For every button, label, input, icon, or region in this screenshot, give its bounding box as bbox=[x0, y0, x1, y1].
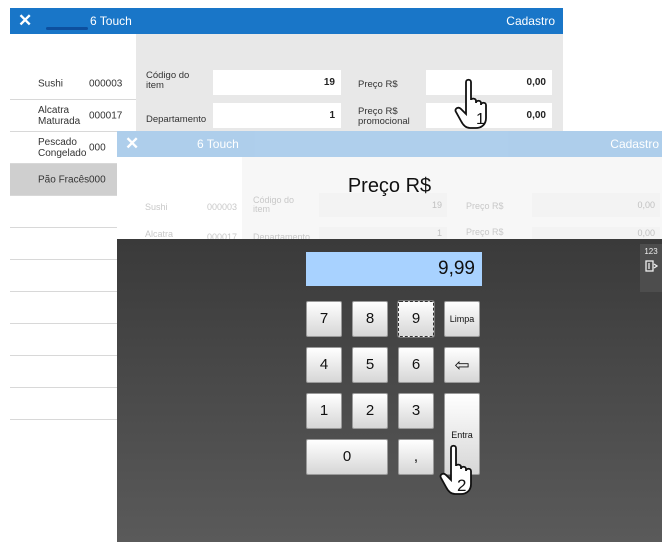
list-header bbox=[10, 34, 136, 68]
close-icon[interactable]: ✕ bbox=[18, 11, 32, 31]
ghost-codigo-label: Código do item bbox=[253, 195, 295, 214]
item-code: 000 bbox=[89, 174, 106, 185]
screen-title: Cadastro bbox=[506, 14, 555, 28]
item-name: Pão Fracês bbox=[38, 174, 90, 185]
key-1[interactable]: 1 bbox=[306, 393, 342, 429]
item-name: Alcatra Maturada bbox=[38, 104, 81, 127]
ghost-preco-promo-field: 0,00 bbox=[532, 227, 660, 239]
ghost-preco-promo-label: Preço R$ bbox=[466, 227, 504, 237]
item-code: 000003 bbox=[89, 78, 123, 89]
key-7[interactable]: 7 bbox=[306, 301, 342, 337]
departamento-label: Departamento bbox=[146, 114, 207, 125]
ghost-item-name: Sushi bbox=[145, 202, 168, 212]
list-item[interactable]: Sushi 000003 bbox=[10, 68, 136, 100]
key-6[interactable]: 6 bbox=[398, 347, 434, 383]
item-code: 000017 bbox=[89, 110, 123, 121]
key-2[interactable]: 2 bbox=[352, 393, 388, 429]
ghost-item-code: 000003 bbox=[207, 202, 238, 212]
dialog-title: Preço R$ bbox=[347, 175, 432, 197]
step-number: 2 bbox=[457, 476, 466, 495]
backspace-icon[interactable]: ⇦ bbox=[444, 347, 480, 383]
key-0[interactable]: 0 bbox=[306, 439, 388, 475]
ghost-depto-field: 1 bbox=[319, 227, 447, 239]
app-title: 6 Touch bbox=[197, 137, 239, 151]
key-comma[interactable]: , bbox=[398, 439, 434, 475]
value-display: 9,99 bbox=[306, 252, 482, 286]
item-name: Sushi bbox=[38, 78, 64, 89]
keyboard-toggle[interactable]: 123 bbox=[640, 244, 662, 292]
codigo-label: Código do item bbox=[146, 70, 190, 91]
title-bar: ✕ 6 Touch Cadastro bbox=[10, 8, 563, 34]
pointing-hand-icon: 1 bbox=[454, 78, 487, 129]
ghost-preco-label: Preço R$ bbox=[466, 201, 504, 211]
keypad-panel: 9,99 7 8 9 Limpa 4 5 6 ⇦ 1 2 3 Entra 0 , bbox=[117, 239, 662, 542]
screen-title: Cadastro bbox=[610, 137, 659, 151]
key-9[interactable]: 9 bbox=[397, 300, 435, 338]
key-5[interactable]: 5 bbox=[352, 347, 388, 383]
item-code: 000 bbox=[89, 142, 106, 153]
title-underline bbox=[46, 27, 88, 30]
codigo-field[interactable]: 19 bbox=[213, 70, 341, 95]
item-name: Pescado Congelado bbox=[38, 136, 87, 159]
list-item[interactable]: Alcatra Maturada 000017 bbox=[10, 100, 136, 132]
preco-promocional-label: Preço R$ promocional bbox=[358, 106, 410, 127]
preco-label: Preço R$ bbox=[358, 79, 398, 90]
key-4[interactable]: 4 bbox=[306, 347, 342, 383]
pointing-hand-icon: 2 bbox=[439, 444, 472, 495]
key-3[interactable]: 3 bbox=[398, 393, 434, 429]
title-bar: ✕ 6 Touch Cadastro bbox=[117, 131, 662, 157]
close-icon[interactable]: ✕ bbox=[125, 134, 139, 154]
app-title: 6 Touch bbox=[90, 14, 132, 28]
price-dialog-window: ✕ 6 Touch Cadastro Sushi 000003 Alcatra … bbox=[117, 131, 662, 542]
clear-button[interactable]: Limpa bbox=[444, 301, 480, 337]
ghost-item-name: Alcatra bbox=[145, 229, 174, 239]
keyboard-icon bbox=[645, 260, 659, 272]
key-8[interactable]: 8 bbox=[352, 301, 388, 337]
keyboard-mode-label: 123 bbox=[644, 247, 658, 256]
step-number: 1 bbox=[476, 111, 485, 128]
departamento-field[interactable]: 1 bbox=[213, 103, 341, 128]
